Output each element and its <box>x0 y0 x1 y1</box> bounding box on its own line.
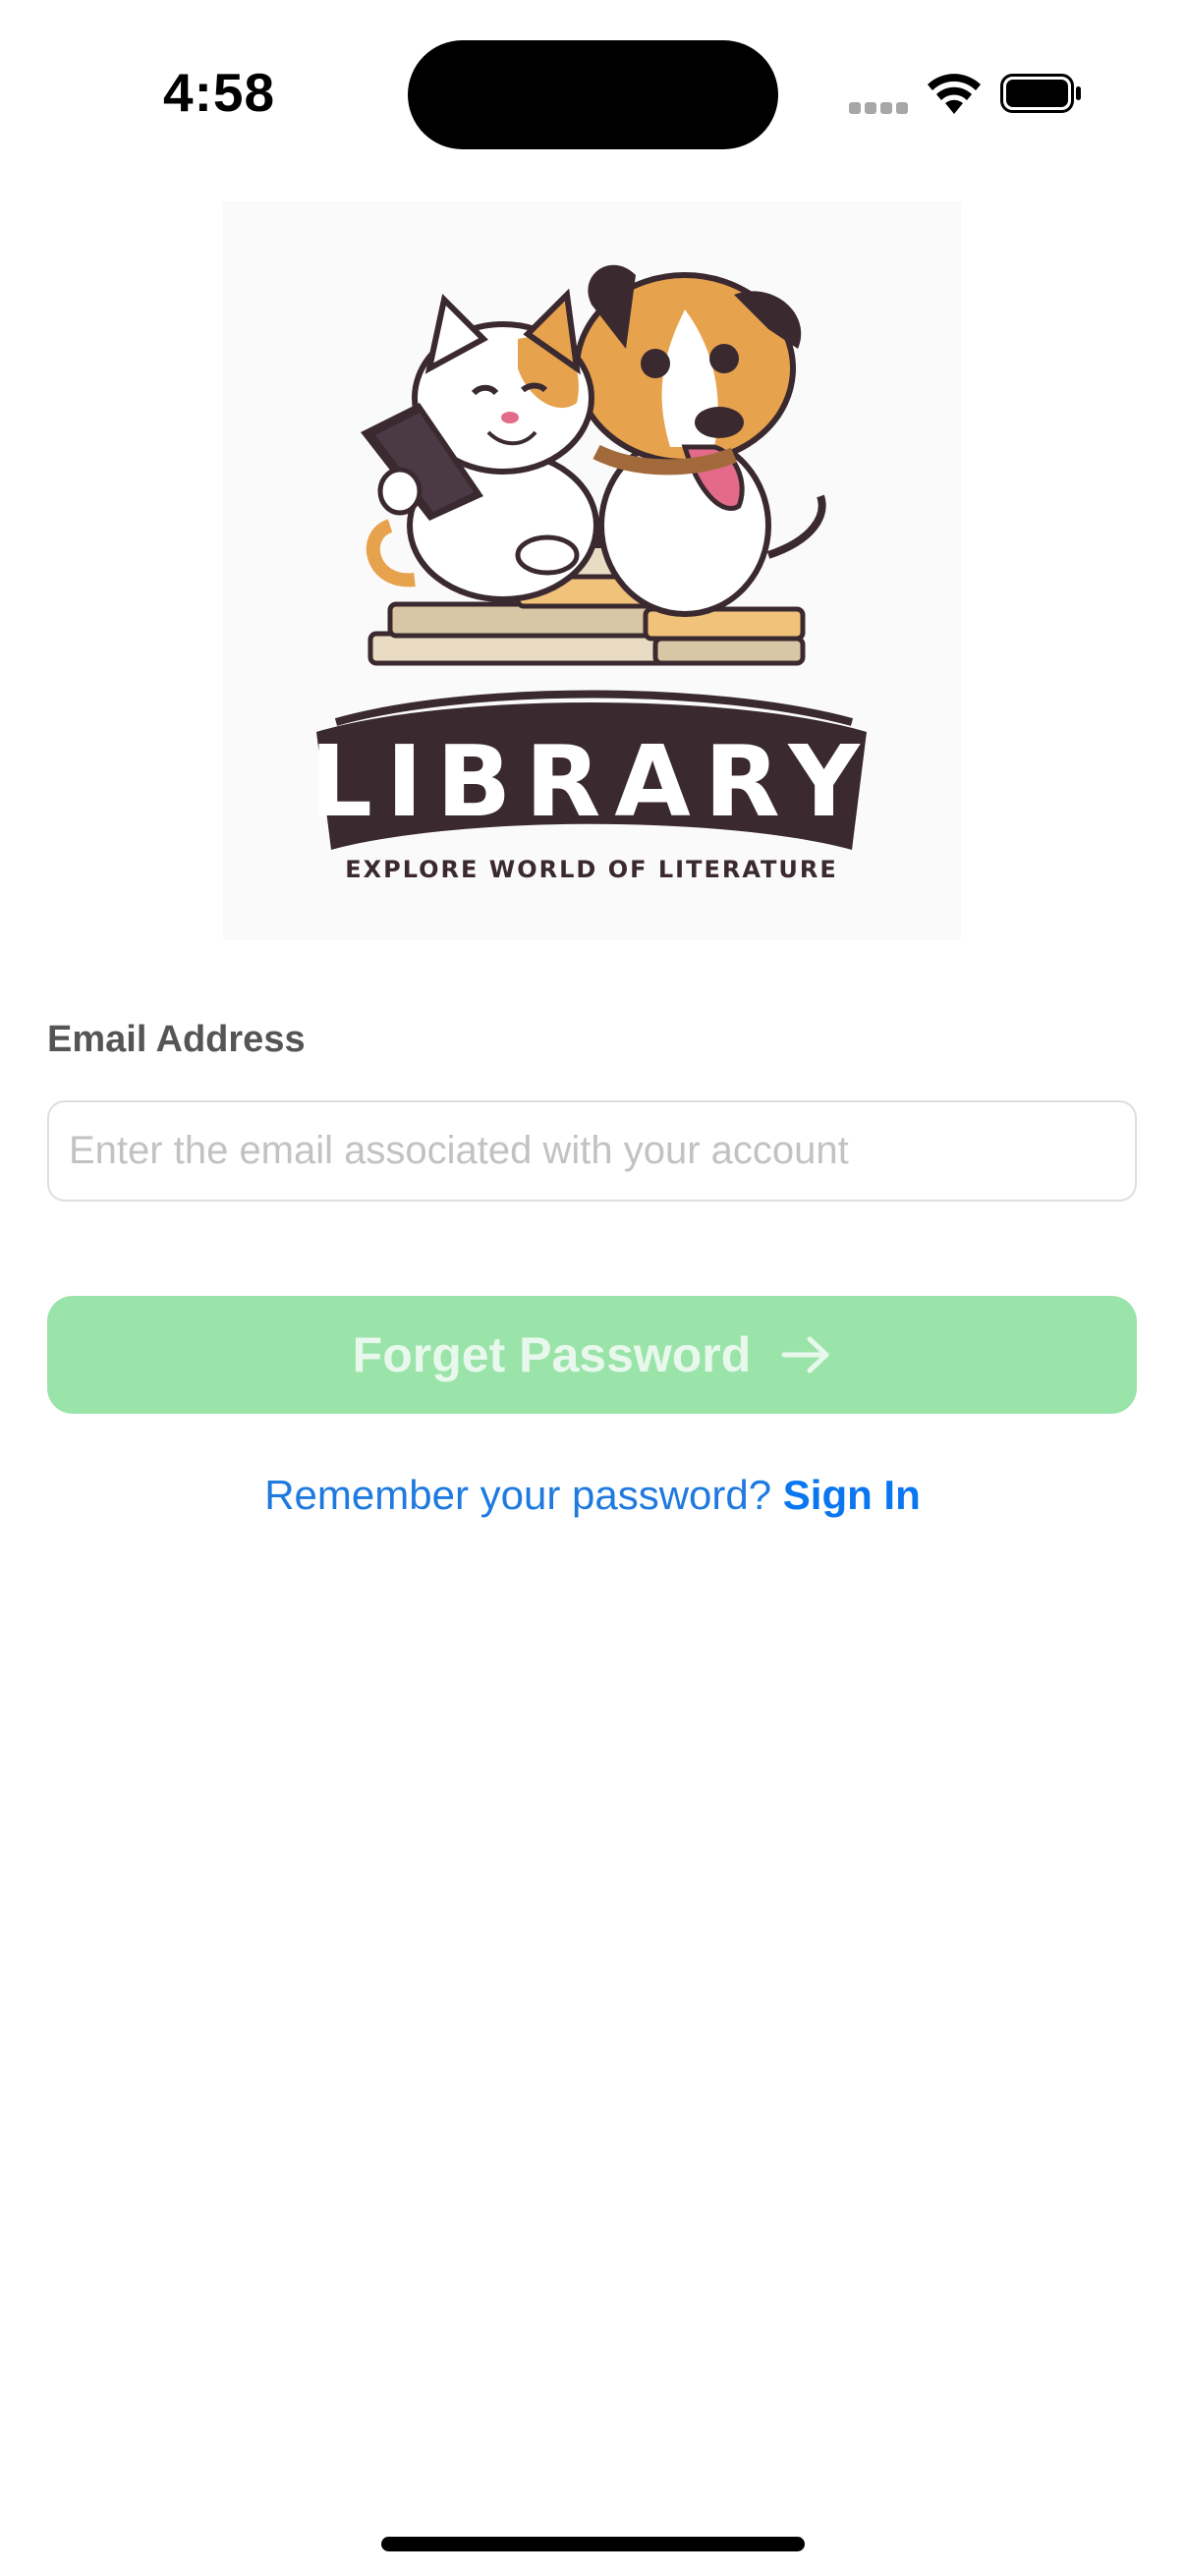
arrow-right-icon <box>781 1336 829 1373</box>
status-time: 4:58 <box>163 62 276 123</box>
sign-in-link[interactable]: Sign In <box>783 1472 921 1518</box>
email-input[interactable] <box>47 1100 1137 1202</box>
library-title: LIBRARY <box>310 724 874 839</box>
signal-dots-icon <box>849 102 908 114</box>
cat-illustration <box>361 288 599 602</box>
signin-prompt: Remember your password? Sign In <box>0 1472 1185 1519</box>
battery-icon <box>1000 74 1081 113</box>
forget-password-label: Forget Password <box>352 1327 752 1382</box>
dog-illustration <box>574 264 826 617</box>
remember-password-text: Remember your password? <box>264 1472 783 1518</box>
email-label: Email Address <box>47 1019 306 1060</box>
library-logo: LIBRARY EXPLORE WORLD OF LITERATURE <box>223 201 961 940</box>
library-tagline: EXPLORE WORLD OF LITERATURE <box>345 856 838 883</box>
dynamic-island <box>408 40 778 149</box>
forget-password-button[interactable]: Forget Password <box>47 1296 1137 1414</box>
wifi-icon <box>928 74 981 114</box>
home-indicator[interactable] <box>381 2537 805 2551</box>
